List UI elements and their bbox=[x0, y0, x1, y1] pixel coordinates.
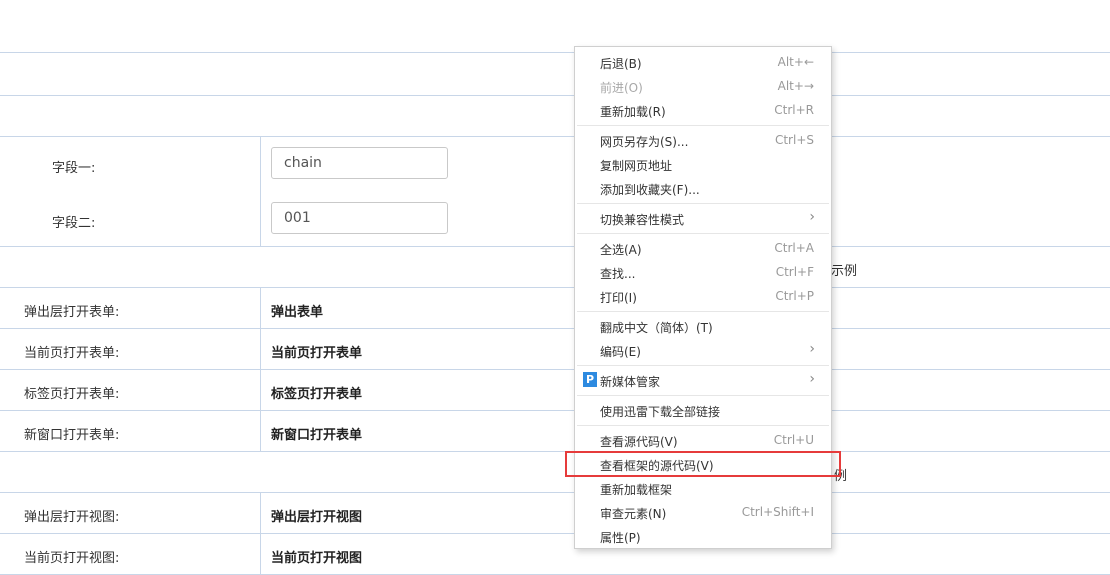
row-label: 弹出层打开视图: bbox=[24, 510, 120, 525]
popup-form-link[interactable]: 弹出表单 bbox=[271, 301, 323, 320]
menu-item-add-favorite[interactable]: 添加到收藏夹(F)... bbox=[575, 176, 831, 200]
table-divider bbox=[0, 52, 1110, 53]
menu-item-shortcut: Ctrl+P bbox=[775, 289, 814, 303]
media-manager-icon: P bbox=[583, 372, 597, 387]
menu-item-properties[interactable]: 属性(P) bbox=[575, 524, 831, 548]
menu-item-label: 翻成中文（简体）(T) bbox=[600, 321, 713, 335]
current-page-view-link[interactable]: 当前页打开视图 bbox=[271, 547, 362, 566]
table-divider bbox=[0, 492, 1110, 493]
menu-item-label: 审查元素(N) bbox=[600, 507, 667, 521]
menu-item-reload-frame[interactable]: 重新加载框架 bbox=[575, 476, 831, 500]
menu-item-forward[interactable]: 前进(O) Alt+→ bbox=[575, 74, 831, 98]
menu-item-encoding[interactable]: 编码(E) › bbox=[575, 338, 831, 362]
menu-item-view-source[interactable]: 查看源代码(V) Ctrl+U bbox=[575, 428, 831, 452]
table-divider bbox=[0, 533, 1110, 534]
field1-label: 字段一: bbox=[52, 161, 96, 176]
table-divider bbox=[0, 246, 1110, 247]
field2-input[interactable]: 001 bbox=[271, 202, 448, 234]
menu-item-label: 网页另存为(S)... bbox=[600, 135, 689, 149]
menu-item-compat-mode[interactable]: 切换兼容性模式 › bbox=[575, 206, 831, 230]
menu-item-shortcut: Ctrl+Shift+I bbox=[741, 505, 814, 519]
menu-item-label: 前进(O) bbox=[600, 81, 643, 95]
row-label: 标签页打开表单: bbox=[24, 387, 120, 402]
tab-form-link[interactable]: 标签页打开表单 bbox=[271, 383, 362, 402]
menu-item-back[interactable]: 后退(B) Alt+← bbox=[575, 50, 831, 74]
menu-item-copy-url[interactable]: 复制网页地址 bbox=[575, 152, 831, 176]
chevron-right-icon: › bbox=[809, 341, 815, 357]
menu-item-label: 添加到收藏夹(F)... bbox=[600, 183, 700, 197]
menu-item-print[interactable]: 打印(I) Ctrl+P bbox=[575, 284, 831, 308]
table-divider bbox=[0, 451, 1110, 452]
menu-item-shortcut: Ctrl+U bbox=[773, 433, 814, 447]
menu-item-shortcut: Alt+→ bbox=[777, 79, 814, 93]
table-divider bbox=[0, 410, 1110, 411]
row-label: 当前页打开视图: bbox=[24, 551, 120, 566]
menu-item-label: 打印(I) bbox=[600, 291, 637, 305]
column-divider bbox=[260, 287, 261, 451]
menu-separator bbox=[577, 233, 829, 234]
row-label: 新窗口打开表单: bbox=[24, 428, 120, 443]
menu-separator bbox=[577, 425, 829, 426]
menu-item-find[interactable]: 查找... Ctrl+F bbox=[575, 260, 831, 284]
menu-item-thunder-download[interactable]: 使用迅雷下载全部链接 bbox=[575, 398, 831, 422]
menu-separator bbox=[577, 125, 829, 126]
table-divider bbox=[0, 287, 1110, 288]
menu-separator bbox=[577, 395, 829, 396]
menu-item-label: 属性(P) bbox=[600, 531, 641, 545]
chevron-right-icon: › bbox=[809, 209, 815, 225]
menu-item-reload[interactable]: 重新加载(R) Ctrl+R bbox=[575, 98, 831, 122]
column-divider bbox=[260, 136, 261, 246]
table-divider bbox=[0, 95, 1110, 96]
current-page-form-link[interactable]: 当前页打开表单 bbox=[271, 342, 362, 361]
menu-item-shortcut: Ctrl+S bbox=[774, 133, 814, 147]
menu-item-label: 复制网页地址 bbox=[600, 159, 673, 173]
menu-item-translate[interactable]: 翻成中文（简体）(T) bbox=[575, 314, 831, 338]
menu-item-label: 重新加载(R) bbox=[600, 105, 666, 119]
highlight-annotation-box bbox=[565, 451, 841, 477]
menu-item-label: 新媒体管家 bbox=[600, 375, 661, 389]
field2-label: 字段二: bbox=[52, 216, 96, 231]
section-title-partial: 示例 bbox=[831, 264, 858, 279]
menu-item-shortcut: Ctrl+F bbox=[775, 265, 814, 279]
popup-view-link[interactable]: 弹出层打开视图 bbox=[271, 506, 362, 525]
table-divider bbox=[0, 328, 1110, 329]
menu-item-save-as[interactable]: 网页另存为(S)... Ctrl+S bbox=[575, 128, 831, 152]
menu-item-label: 使用迅雷下载全部链接 bbox=[600, 405, 721, 419]
menu-separator bbox=[577, 203, 829, 204]
menu-item-label: 后退(B) bbox=[600, 57, 642, 71]
row-label: 当前页打开表单: bbox=[24, 346, 120, 361]
column-divider bbox=[260, 492, 261, 575]
menu-separator bbox=[577, 311, 829, 312]
menu-item-label: 查看源代码(V) bbox=[600, 435, 678, 449]
chevron-right-icon: › bbox=[809, 371, 815, 387]
menu-item-inspect[interactable]: 审查元素(N) Ctrl+Shift+I bbox=[575, 500, 831, 524]
table-divider bbox=[0, 136, 1110, 137]
menu-item-label: 查找... bbox=[600, 267, 636, 281]
menu-separator bbox=[577, 365, 829, 366]
menu-item-label: 重新加载框架 bbox=[600, 483, 673, 497]
field1-input[interactable]: chain bbox=[271, 147, 448, 179]
row-label: 弹出层打开表单: bbox=[24, 305, 120, 320]
menu-item-shortcut: Alt+← bbox=[777, 55, 814, 69]
menu-item-label: 编码(E) bbox=[600, 345, 641, 359]
menu-item-shortcut: Ctrl+R bbox=[774, 103, 814, 117]
menu-item-label: 切换兼容性模式 bbox=[600, 213, 685, 227]
menu-item-shortcut: Ctrl+A bbox=[774, 241, 814, 255]
menu-item-label: 全选(A) bbox=[600, 243, 642, 257]
new-window-form-link[interactable]: 新窗口打开表单 bbox=[271, 424, 362, 443]
menu-item-media-manager[interactable]: P 新媒体管家 › bbox=[575, 368, 831, 392]
table-divider bbox=[0, 369, 1110, 370]
menu-item-select-all[interactable]: 全选(A) Ctrl+A bbox=[575, 236, 831, 260]
